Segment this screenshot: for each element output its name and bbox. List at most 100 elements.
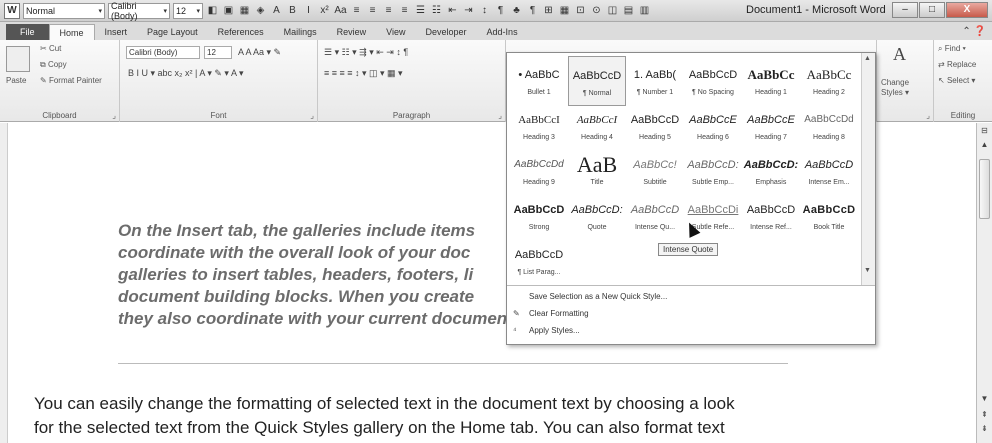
tab-view[interactable]: View bbox=[376, 24, 415, 40]
style-gallery-item[interactable]: AaBbCcD Strong bbox=[510, 191, 568, 241]
toolbar-icon[interactable]: x² bbox=[318, 4, 331, 17]
tab-references[interactable]: References bbox=[208, 24, 274, 40]
replace-button[interactable]: ⇄ Replace bbox=[938, 60, 976, 69]
scroll-up-icon[interactable]: ▲ bbox=[864, 55, 871, 62]
tab-page-layout[interactable]: Page Layout bbox=[137, 24, 208, 40]
toolbar-icon[interactable]: ♣ bbox=[510, 4, 523, 17]
toolbar-icon[interactable]: ☰ bbox=[414, 4, 427, 17]
scroll-thumb[interactable] bbox=[979, 159, 990, 219]
toolbar-icon[interactable]: ≡ bbox=[350, 4, 363, 17]
dialog-launcher-icon[interactable]: ⌟ bbox=[498, 111, 502, 120]
toolbar-icon[interactable]: ≡ bbox=[398, 4, 411, 17]
save-selection-menu-item[interactable]: Save Selection as a New Quick Style... bbox=[513, 289, 667, 305]
style-gallery-item[interactable]: AaBbCcDd Heading 8 bbox=[800, 101, 858, 151]
toolbar-icon[interactable]: B bbox=[286, 4, 299, 17]
scroll-down-icon[interactable]: ▼ bbox=[978, 393, 991, 405]
font-row2-icons[interactable]: B I U ▾ abc x₂ x² | A ▾ ✎ ▾ A ▾ bbox=[128, 68, 243, 79]
paragraph-row2-icons[interactable]: ≡ ≡ ≡ ≡ ↕ ▾ ◫ ▾ ▦ ▾ bbox=[324, 68, 403, 79]
gallery-scrollbar[interactable]: ▲ ▼ bbox=[861, 53, 875, 285]
tab-mailings[interactable]: Mailings bbox=[274, 24, 327, 40]
toolbar-icon[interactable]: ☷ bbox=[430, 4, 443, 17]
font-row1-icons[interactable]: A A Aa ▾ ✎ bbox=[238, 47, 281, 58]
toolbar-icon[interactable]: A bbox=[270, 4, 283, 17]
style-gallery-item[interactable]: AaBbCcD Book Title bbox=[800, 191, 858, 241]
style-gallery-item[interactable]: AaBbCcD ¶ No Spacing bbox=[684, 56, 742, 106]
style-gallery-item[interactable]: AaBbCcDd Heading 9 bbox=[510, 146, 568, 196]
dialog-launcher-icon[interactable]: ⌟ bbox=[112, 111, 116, 120]
toolbar-icon[interactable]: ▣ bbox=[222, 4, 235, 17]
change-styles-line1[interactable]: Change bbox=[881, 78, 909, 87]
toolbar-icon[interactable]: I bbox=[302, 4, 315, 17]
minimize-button[interactable]: – bbox=[892, 2, 918, 18]
style-gallery-item[interactable]: AaBbCcD Heading 5 bbox=[626, 101, 684, 151]
style-combo[interactable]: Normal ▾ bbox=[23, 2, 105, 19]
paragraph-row1-icons[interactable]: ☰ ▾ ☷ ▾ ⇶ ▾ ⇤ ⇥ ↕ ¶ bbox=[324, 47, 408, 58]
find-button[interactable]: ⌕ Find ▾ bbox=[938, 44, 966, 54]
style-gallery-item[interactable]: AaBbCcD ¶ Normal bbox=[568, 56, 626, 106]
tab-file[interactable]: File bbox=[6, 24, 49, 40]
close-button[interactable]: X bbox=[946, 2, 988, 18]
toolbar-icon[interactable]: ↕ bbox=[478, 4, 491, 17]
style-gallery-item[interactable]: • AaBbC Bullet 1 bbox=[510, 56, 568, 106]
style-gallery-item[interactable]: AaBbCcE Heading 6 bbox=[684, 101, 742, 151]
toolbar-icon[interactable]: ¶ bbox=[526, 4, 539, 17]
style-gallery-item[interactable]: AaBbCcI Heading 4 bbox=[568, 101, 626, 151]
font-size-combo[interactable]: 12 bbox=[204, 46, 232, 59]
font-name-combo[interactable]: Calibri (Body) bbox=[126, 46, 200, 59]
tab-home[interactable]: Home bbox=[48, 24, 95, 40]
word-app-icon[interactable]: W bbox=[4, 2, 20, 19]
maximize-button[interactable]: □ bbox=[919, 2, 945, 18]
toolbar-icon[interactable]: ◫ bbox=[606, 4, 619, 17]
style-gallery-item[interactable]: AaB Title bbox=[568, 146, 626, 196]
toolbar-icon[interactable]: ⊙ bbox=[590, 4, 603, 17]
toolbar-icon[interactable]: ◧ bbox=[206, 4, 219, 17]
toolbar-icon[interactable]: ¶ bbox=[494, 4, 507, 17]
style-gallery-item[interactable]: AaBbCcI Heading 3 bbox=[510, 101, 568, 151]
toolbar-icon[interactable]: ⊞ bbox=[542, 4, 555, 17]
style-gallery-item[interactable]: AaBbCc Heading 1 bbox=[742, 56, 800, 106]
toolbar-icon[interactable]: ⊡ bbox=[574, 4, 587, 17]
size-combo[interactable]: 12 ▾ bbox=[173, 2, 203, 19]
toolbar-icon[interactable]: ⇥ bbox=[462, 4, 475, 17]
style-gallery-item[interactable]: AaBbCcD Intense Em... bbox=[800, 146, 858, 196]
font-combo[interactable]: Calibri (Body) ▾ bbox=[108, 1, 170, 21]
previous-page-icon[interactable]: ⇞ bbox=[978, 409, 991, 421]
style-gallery-item[interactable]: AaBbCcD ¶ List Parag... bbox=[510, 236, 568, 286]
tab-insert[interactable]: Insert bbox=[95, 24, 138, 40]
apply-styles-menu-item[interactable]: ⁴ Apply Styles... bbox=[513, 323, 580, 339]
toolbar-icon[interactable]: ▥ bbox=[638, 4, 651, 17]
format-painter-button[interactable]: ✎ Format Painter bbox=[40, 76, 102, 85]
help-icon[interactable]: ⌃ ❓ bbox=[962, 24, 986, 40]
select-button[interactable]: ↖ Select ▾ bbox=[938, 76, 975, 85]
dialog-launcher-icon[interactable]: ⌟ bbox=[926, 111, 930, 120]
style-gallery-item[interactable]: AaBbCc Heading 2 bbox=[800, 56, 858, 106]
copy-button[interactable]: ⧉ Copy bbox=[40, 60, 67, 70]
body-paragraph[interactable]: You can easily change the formatting of … bbox=[34, 392, 934, 440]
tab-add-ins[interactable]: Add-Ins bbox=[477, 24, 528, 40]
ruler-toggle-icon[interactable]: ⊟ bbox=[978, 125, 991, 137]
toolbar-icon[interactable]: ▦ bbox=[238, 4, 251, 17]
vertical-scrollbar[interactable]: ⊟ ▲ ▼ ⇞ ⇟ bbox=[976, 123, 992, 443]
dialog-launcher-icon[interactable]: ⌟ bbox=[310, 111, 314, 120]
clear-formatting-menu-item[interactable]: ✎ Clear Formatting bbox=[513, 306, 589, 322]
toolbar-icon[interactable]: ⇤ bbox=[446, 4, 459, 17]
style-gallery-item[interactable]: AaBbCcD Intense Ref... bbox=[742, 191, 800, 241]
style-gallery-item[interactable]: 1. AaBb(¶ Number 1 bbox=[626, 56, 684, 106]
toolbar-icon[interactable]: ▤ bbox=[622, 4, 635, 17]
style-gallery-item[interactable]: AaBbCc! Subtitle bbox=[626, 146, 684, 196]
next-page-icon[interactable]: ⇟ bbox=[978, 423, 991, 435]
toolbar-icon[interactable]: ≡ bbox=[366, 4, 379, 17]
scroll-up-icon[interactable]: ▲ bbox=[978, 139, 991, 151]
tab-review[interactable]: Review bbox=[327, 24, 377, 40]
style-gallery-item[interactable]: AaBbCcD: Quote bbox=[568, 191, 626, 241]
toolbar-icon[interactable]: ≡ bbox=[382, 4, 395, 17]
cut-button[interactable]: ✂ Cut bbox=[40, 44, 61, 53]
style-gallery-item[interactable]: AaBbCcD: Emphasis bbox=[742, 146, 800, 196]
style-gallery-item[interactable]: AaBbCcE Heading 7 bbox=[742, 101, 800, 151]
style-gallery-item[interactable]: AaBbCcD Intense Qu... bbox=[626, 191, 684, 241]
change-styles-line2[interactable]: Styles ▾ bbox=[881, 88, 909, 97]
paste-button[interactable]: Paste bbox=[6, 76, 26, 85]
scroll-down-icon[interactable]: ▼ bbox=[864, 267, 871, 274]
toolbar-icon[interactable]: Aa bbox=[334, 4, 347, 17]
style-gallery-item[interactable]: AaBbCcD: Subtle Emp... bbox=[684, 146, 742, 196]
